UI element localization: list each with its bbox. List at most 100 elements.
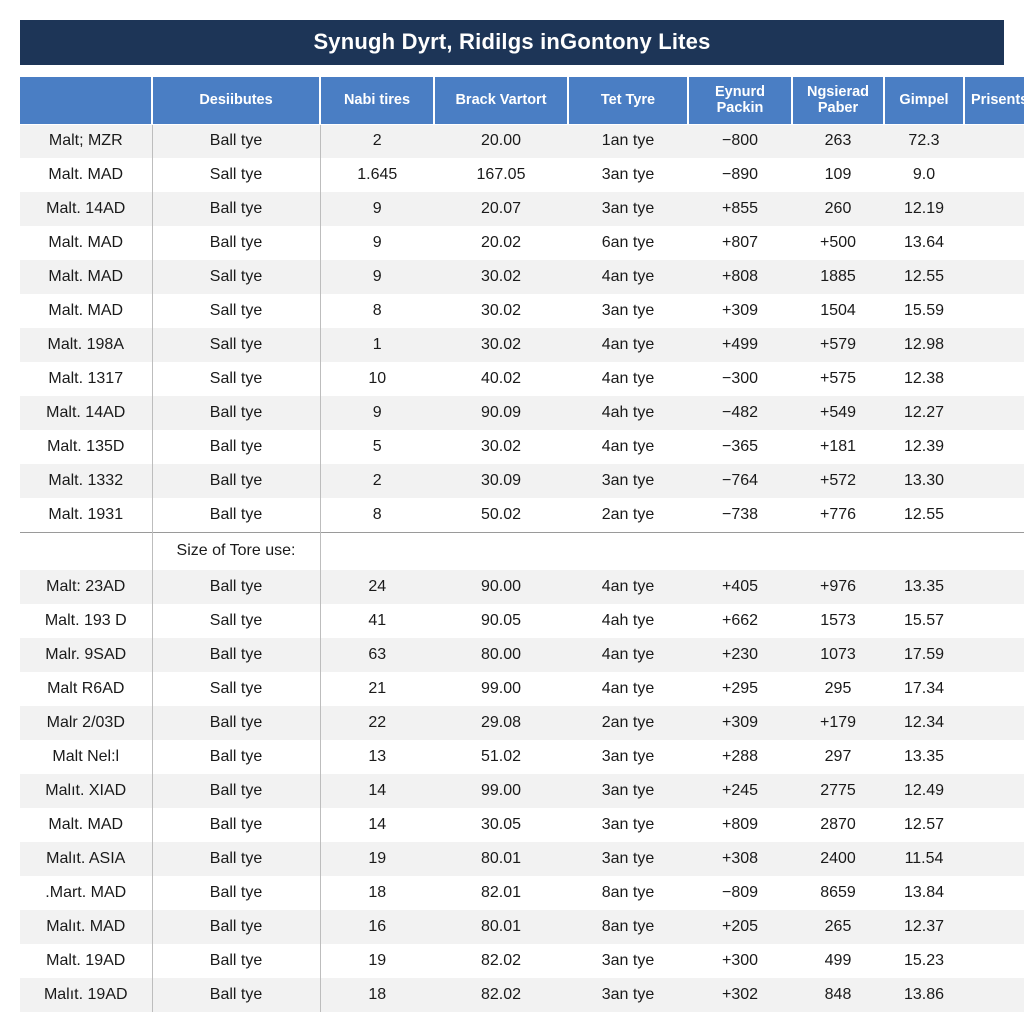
cell-brack-vartort: 20.00	[434, 124, 568, 159]
cell-nabi-tires: 24	[320, 570, 434, 605]
column-header-blank[interactable]	[20, 77, 153, 125]
cell-desiibutes: Sall tye	[151, 604, 321, 639]
table-row[interactable]: Malıt. 19AD Ball tye 18 82.02 3an tye +302 848…	[20, 978, 1024, 1013]
cell-nabi-tires: 9	[320, 260, 434, 295]
cell-desiibutes: Ball tye	[151, 570, 321, 605]
cell-name: Malt: 23AD	[20, 570, 152, 605]
cell-eynurd-packin: −764	[688, 464, 792, 499]
cell-nabi-tires: 2	[320, 464, 434, 499]
section-note-row: Size of Tore use:	[20, 531, 1024, 571]
table-row[interactable]: Malt. 14AD Ball tye 9 90.09 4ah tye −482 +549 1…	[20, 396, 1024, 431]
column-header-prisents[interactable]: Prisents	[964, 77, 1024, 125]
cell-gimpel: 12.19	[884, 192, 964, 227]
cell-desiibutes: Ball tye	[151, 808, 321, 843]
cell-prisents	[964, 226, 1024, 261]
cell-brack-vartort: 80.01	[434, 910, 568, 945]
cell-tet-tyre: 3an tye	[568, 842, 688, 877]
cell-nabi-tires: 21	[320, 672, 434, 707]
table-row[interactable]: .Mart. MAD Ball tye 18 82.01 8an tye −809 8659…	[20, 876, 1024, 911]
cell-eynurd-packin: +295	[688, 672, 792, 707]
section-note-label: Size of Tore use:	[151, 531, 321, 571]
cell-eynurd-packin: −890	[688, 158, 792, 193]
cell-eynurd-packin: +288	[688, 740, 792, 775]
table-row[interactable]: Malr 2/03D Ball tye 22 29.08 2an tye +309 +179…	[20, 706, 1024, 741]
cell-gimpel-empty	[884, 531, 964, 571]
cell-name: Malt. MAD	[20, 260, 152, 295]
cell-brack-vartort: 30.09	[434, 464, 568, 499]
table-row[interactable]: Malt R6AD Sall tye 21 99.00 4an tye +295 295 17…	[20, 672, 1024, 707]
data-table: Desiibutes Nabi tires Brack Vartort Tet …	[20, 77, 1024, 1013]
cell-tet-tyre: 6an tye	[568, 226, 688, 261]
column-header-gimpel[interactable]: Gimpel	[884, 77, 965, 125]
cell-ngsierad-paber: 297	[792, 740, 884, 775]
table-row[interactable]: Malt; MZR Ball tye 2 20.00 1an tye −800 263 72.…	[20, 124, 1024, 159]
cell-name: Malt. MAD	[20, 226, 152, 261]
cell-desiibutes: Sall tye	[151, 260, 321, 295]
cell-tet-tyre: 3an tye	[568, 740, 688, 775]
table-row[interactable]: Malt. MAD Ball tye 9 20.02 6an tye +807 +500 13…	[20, 226, 1024, 261]
table-row[interactable]: Malt. MAD Sall tye 1.645 167.05 3an tye −890 1…	[20, 158, 1024, 193]
cell-eynurd-packin: +405	[688, 570, 792, 605]
cell-gimpel: 11.54	[884, 842, 964, 877]
table-row[interactable]: Malt. 198A Sall tye 1 30.02 4an tye +499 +579 1…	[20, 328, 1024, 363]
table-row[interactable]: Malıt. XIAD Ball tye 14 99.00 3an tye +245 277…	[20, 774, 1024, 809]
table-row[interactable]: Malt. 1332 Ball tye 2 30.09 3an tye −764 +572 1…	[20, 464, 1024, 499]
document-page: Synugh Dyrt, Ridilgs inGontony Lites Des…	[0, 0, 1024, 1024]
column-header-desiibutes[interactable]: Desiibutes	[152, 77, 321, 125]
cell-brack-vartort: 167.05	[434, 158, 568, 193]
table-row[interactable]: Malt Nel:l Ball tye 13 51.02 3an tye +288 297 1…	[20, 740, 1024, 775]
table-row[interactable]: Malt. 19AD Ball tye 19 82.02 3an tye +300 499 1…	[20, 944, 1024, 979]
cell-name: Malt. 19AD	[20, 944, 152, 979]
table-row[interactable]: Malr. 9SAD Ball tye 63 80.00 4an tye +230 1073…	[20, 638, 1024, 673]
table-row[interactable]: Malt. 1931 Ball tye 8 50.02 2an tye −738 +776 1…	[20, 498, 1024, 533]
table-row[interactable]: Malt. 193 D Sall tye 41 90.05 4ah tye +662 157…	[20, 604, 1024, 639]
cell-brack-vartort: 30.02	[434, 294, 568, 329]
cell-eynurd-packin-empty	[688, 531, 792, 571]
cell-prisents	[964, 944, 1024, 979]
cell-nabi-tires: 5	[320, 430, 434, 465]
cell-name: Malt. 1332	[20, 464, 152, 499]
cell-brack-vartort: 82.01	[434, 876, 568, 911]
cell-brack-vartort: 90.05	[434, 604, 568, 639]
table-row[interactable]: Malt. MAD Ball tye 14 30.05 3an tye +809 2870 1…	[20, 808, 1024, 843]
cell-prisents	[964, 910, 1024, 945]
cell-gimpel: 12.27	[884, 396, 964, 431]
cell-name: Malr 2/03D	[20, 706, 152, 741]
cell-brack-vartort: 80.00	[434, 638, 568, 673]
table-row[interactable]: Malt. MAD Sall tye 9 30.02 4an tye +808 1885 12…	[20, 260, 1024, 295]
cell-desiibutes: Ball tye	[151, 498, 321, 533]
table-row[interactable]: Malt. MAD Sall tye 8 30.02 3an tye +309 1504 15…	[20, 294, 1024, 329]
cell-tet-tyre: 4ah tye	[568, 396, 688, 431]
table-row[interactable]: Malt. 14AD Ball tye 9 20.07 3an tye +855 260 12…	[20, 192, 1024, 227]
column-header-tet-tyre[interactable]: Tet Tyre	[568, 77, 689, 125]
cell-brack-vartort: 82.02	[434, 944, 568, 979]
cell-gimpel: 13.86	[884, 978, 964, 1013]
cell-eynurd-packin: +855	[688, 192, 792, 227]
cell-ngsierad-paber: +549	[792, 396, 884, 431]
cell-nabi-tires: 19	[320, 842, 434, 877]
cell-tet-tyre: 3an tye	[568, 464, 688, 499]
cell-name: Malıt. MAD	[20, 910, 152, 945]
cell-prisents	[964, 464, 1024, 499]
cell-name: Malt Nel:l	[20, 740, 152, 775]
table-row[interactable]: Malt: 23AD Ball tye 24 90.00 4an tye +405 +976…	[20, 570, 1024, 605]
cell-prisents	[964, 672, 1024, 707]
column-header-nabi-tires[interactable]: Nabi tires	[320, 77, 435, 125]
cell-name: Malıt. ASIA	[20, 842, 152, 877]
cell-ngsierad-paber: 1073	[792, 638, 884, 673]
table-body-bottom: Malt: 23AD Ball tye 24 90.00 4an tye +405 +976…	[20, 570, 1024, 1013]
table-row[interactable]: Malt. 135D Ball tye 5 30.02 4an tye −365 +181 1…	[20, 430, 1024, 465]
table-row[interactable]: Malıt. ASIA Ball tye 19 80.01 3an tye +308 240…	[20, 842, 1024, 877]
column-header-eynurd-packin[interactable]: Eynurd Packin	[688, 77, 793, 125]
column-header-ngsierad-paber[interactable]: Ngsierad Paber	[792, 77, 885, 125]
cell-name: Malıt. XIAD	[20, 774, 152, 809]
cell-nabi-tires: 16	[320, 910, 434, 945]
cell-prisents	[964, 192, 1024, 227]
table-row[interactable]: Malt. 1317 Sall tye 10 40.02 4an tye −300 +575…	[20, 362, 1024, 397]
column-header-brack-vartort[interactable]: Brack Vartort	[434, 77, 569, 125]
cell-gimpel: 72.3	[884, 124, 964, 159]
cell-prisents	[964, 124, 1024, 159]
cell-eynurd-packin: +309	[688, 706, 792, 741]
table-row[interactable]: Malıt. MAD Ball tye 16 80.01 8an tye +205 265 1…	[20, 910, 1024, 945]
table-body-top: Malt; MZR Ball tye 2 20.00 1an tye −800 263 72.…	[20, 124, 1024, 533]
